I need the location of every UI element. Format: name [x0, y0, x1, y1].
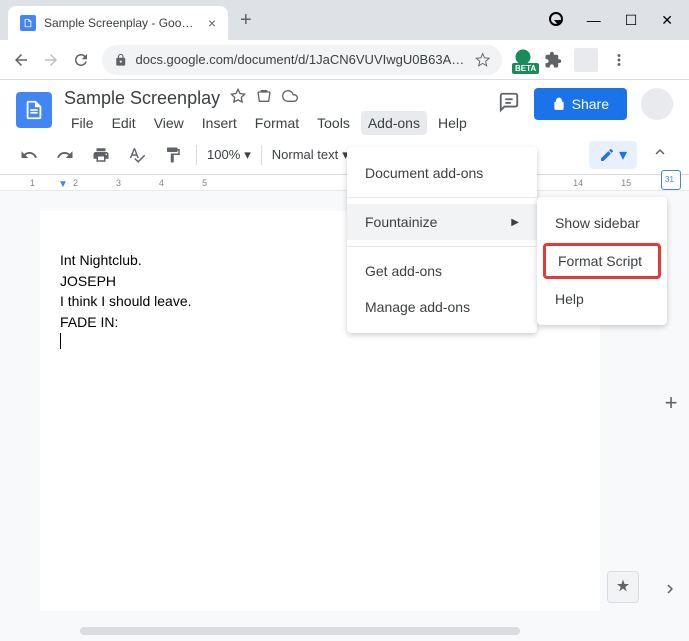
- menu-addons[interactable]: Add-ons: [361, 111, 427, 135]
- profile-avatar[interactable]: [574, 48, 598, 72]
- star-document-icon[interactable]: [230, 88, 246, 109]
- extension-beta-icon[interactable]: BETA: [514, 48, 532, 71]
- editing-mode-button[interactable]: ▾: [589, 141, 637, 169]
- menubar: File Edit View Insert Format Tools Add-o…: [64, 111, 486, 135]
- reload-button[interactable]: [72, 51, 90, 69]
- menu-separator: [347, 197, 537, 198]
- menu-help[interactable]: Help: [431, 111, 474, 135]
- docs-logo[interactable]: [16, 92, 52, 128]
- document-title[interactable]: Sample Screenplay: [64, 88, 220, 109]
- address-bar[interactable]: docs.google.com/document/d/1JaCN6VUVIwgU…: [102, 45, 502, 75]
- addons-dropdown: Document add-ons Fountainize ▶ Get add-o…: [347, 147, 537, 333]
- print-button[interactable]: [88, 142, 114, 168]
- menu-manage-addons[interactable]: Manage add-ons: [347, 289, 537, 325]
- undo-button[interactable]: [16, 142, 42, 168]
- spellcheck-button[interactable]: [124, 142, 150, 168]
- calendar-icon[interactable]: [661, 170, 681, 190]
- browser-tab[interactable]: Sample Screenplay - Google Doc ×: [8, 6, 228, 40]
- horizontal-scrollbar[interactable]: [80, 627, 520, 635]
- star-icon[interactable]: [475, 52, 490, 68]
- minimize-button[interactable]: —: [587, 12, 601, 29]
- move-document-icon[interactable]: [256, 88, 272, 109]
- menu-view[interactable]: View: [147, 111, 191, 135]
- hide-sidepanel-button[interactable]: [661, 580, 679, 603]
- explore-button[interactable]: [607, 571, 639, 603]
- menu-insert[interactable]: Insert: [195, 111, 244, 135]
- menu-tools[interactable]: Tools: [310, 111, 357, 135]
- forward-button[interactable]: [42, 51, 60, 69]
- paint-format-button[interactable]: [160, 142, 186, 168]
- docs-favicon: [20, 15, 36, 31]
- explore-icon: [614, 578, 632, 596]
- menu-help[interactable]: Help: [537, 281, 667, 317]
- menu-edit[interactable]: Edit: [105, 111, 143, 135]
- menu-format-script[interactable]: Format Script: [543, 243, 661, 279]
- menu-show-sidebar[interactable]: Show sidebar: [537, 205, 667, 241]
- tab-title: Sample Screenplay - Google Doc: [44, 16, 200, 30]
- menu-format[interactable]: Format: [248, 111, 306, 135]
- pencil-icon: [599, 147, 615, 163]
- zoom-selector[interactable]: 100% ▾: [207, 147, 251, 163]
- url-text: docs.google.com/document/d/1JaCN6VUVIwgU…: [135, 52, 466, 67]
- tab-close-icon[interactable]: ×: [208, 15, 216, 31]
- menu-document-addons[interactable]: Document add-ons: [347, 155, 537, 191]
- menu-separator: [347, 246, 537, 247]
- ruler[interactable]: ▼ 1 2 3 4 5 13 14 15: [0, 175, 689, 191]
- text-style-selector[interactable]: Normal text ▾: [272, 147, 349, 163]
- cloud-status-icon[interactable]: [282, 88, 298, 109]
- share-button[interactable]: Share: [534, 88, 627, 120]
- chevron-down-icon: ▾: [619, 145, 627, 165]
- menu-get-addons[interactable]: Get add-ons: [347, 253, 537, 289]
- close-window-button[interactable]: ✕: [661, 12, 673, 29]
- redo-button[interactable]: [52, 142, 78, 168]
- browser-menu-icon[interactable]: [610, 51, 628, 69]
- menu-file[interactable]: File: [64, 111, 101, 135]
- account-icon[interactable]: [549, 12, 563, 26]
- lock-icon: [552, 97, 566, 111]
- chevron-down-icon: ▾: [244, 147, 251, 163]
- indent-marker-icon[interactable]: ▼: [58, 179, 68, 190]
- extensions-icon[interactable]: [544, 51, 562, 69]
- fountainize-submenu: Show sidebar Format Script Help: [537, 197, 667, 325]
- submenu-arrow-icon: ▶: [511, 217, 519, 228]
- menu-fountainize[interactable]: Fountainize ▶: [347, 204, 537, 240]
- user-avatar[interactable]: [641, 88, 673, 120]
- add-sidepanel-icon[interactable]: +: [665, 390, 678, 416]
- back-button[interactable]: [12, 51, 30, 69]
- comments-icon[interactable]: [498, 91, 520, 118]
- lock-icon: [114, 53, 127, 67]
- text-cursor: [60, 333, 61, 349]
- new-tab-button[interactable]: +: [240, 9, 252, 32]
- maximize-button[interactable]: ☐: [625, 12, 638, 29]
